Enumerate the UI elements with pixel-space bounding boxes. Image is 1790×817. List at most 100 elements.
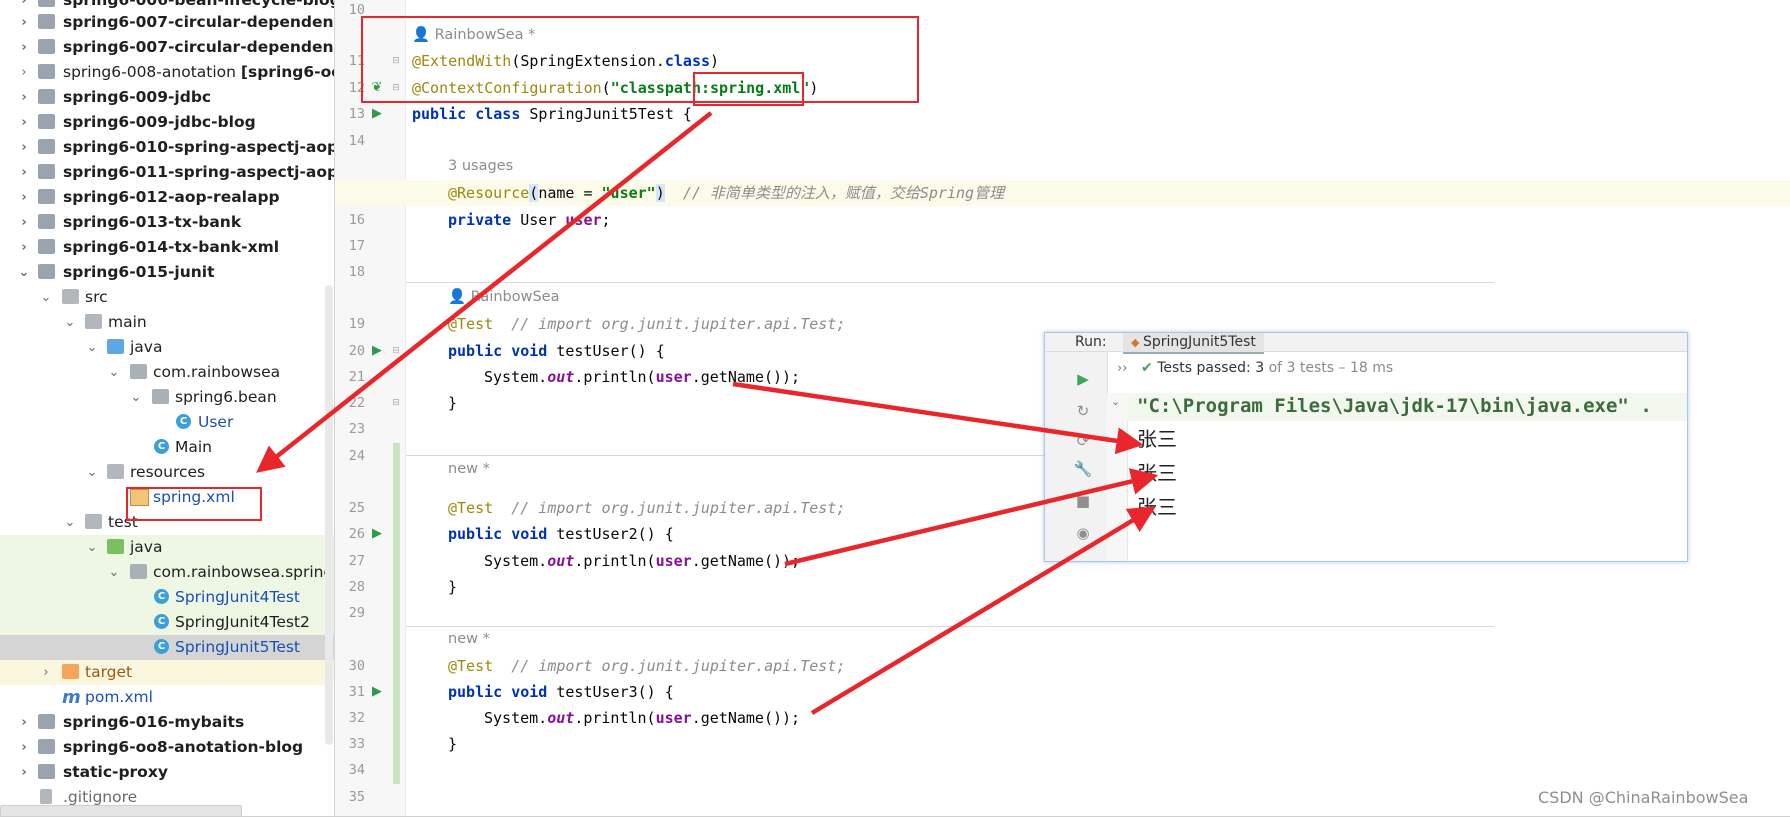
tree-scrollbar[interactable] (325, 285, 333, 745)
tree-item-spring6-bean[interactable]: ⌄ spring6.bean (0, 385, 334, 410)
tree-item-static-proxy[interactable]: › static-proxy (0, 760, 334, 785)
console-output[interactable]: 张三 张三 张三 (1127, 395, 1687, 561)
run-label: Run: (1075, 334, 1107, 350)
tree-item-spring6-009-jdbc[interactable]: › spring6-009-jdbc (0, 85, 334, 110)
status-count: 3 (1255, 360, 1265, 376)
line-number: 31 (348, 684, 365, 700)
tree-item-spring6-013[interactable]: › spring6-013-tx-bank (0, 210, 334, 235)
run-tool-window[interactable]: Run: ◆ SpringJunit5Test ▶ ↻ ⟳ 🔧 ■ ◉ ›› ✔… (1044, 332, 1688, 562)
tree-item-spring6-oo8-blog[interactable]: › spring6-oo8-anotation-blog (0, 735, 334, 760)
check-icon: ✔ (1141, 360, 1153, 376)
tree-item-spring6-008[interactable]: › spring6-008-anotation [spring6-oo8- (0, 60, 334, 85)
run-icon[interactable]: ▶ (369, 101, 385, 127)
chevron-right-icon[interactable]: › (16, 160, 32, 185)
chevron-right-icon[interactable]: › (38, 660, 54, 685)
chevron-down-icon[interactable]: ⌄ (84, 335, 100, 360)
tree-item-spring6-015[interactable]: ⌄ spring6-015-junit (0, 260, 334, 285)
code-line-30: @Test // import org.junit.jupiter.api.Te… (448, 653, 845, 679)
chevron-right-icon[interactable]: › (16, 110, 32, 135)
chevron-right-icon[interactable]: › (16, 60, 32, 85)
folder-icon (38, 14, 55, 29)
run-icon[interactable]: ▶ (369, 338, 385, 364)
chevron-right-icon[interactable]: › (16, 210, 32, 235)
code-text: .getName()); (691, 552, 801, 570)
toggle-icon[interactable]: ⟳ (1073, 432, 1093, 450)
run-icon[interactable]: ▶ (369, 521, 385, 547)
chevron-right-icon[interactable]: › (16, 35, 32, 60)
chevron-down-icon[interactable]: ⌄ (62, 510, 78, 535)
chevron-down-icon[interactable]: ⌄ (1111, 395, 1120, 408)
chevron-down-icon[interactable]: ⌄ (38, 285, 54, 310)
chevron-down-icon[interactable]: ⌄ (106, 560, 122, 585)
chevron-right-icon[interactable]: › (16, 235, 32, 260)
rerun-failed-icon[interactable]: ↻ (1073, 402, 1093, 420)
chevron-down-icon[interactable]: ⌄ (16, 260, 32, 285)
tree-item-spring6-007[interactable]: › spring6-007-circular-dependency (0, 10, 334, 35)
tree-item-suffix: [spring6-oo8- (240, 63, 334, 81)
line-number: 14 (348, 133, 365, 149)
camera-icon[interactable]: ◉ (1073, 524, 1093, 542)
run-tab[interactable]: ◆ SpringJunit5Test (1123, 333, 1264, 354)
chevron-down-icon[interactable]: ⌄ (62, 310, 78, 335)
run-icon[interactable]: ▶ (369, 679, 385, 705)
field: user (655, 709, 692, 727)
maven-icon: m (62, 687, 81, 708)
chevron-right-icon[interactable]: › (16, 85, 32, 110)
tree-item-test-package[interactable]: ⌄ com.rainbowsea.spring6. (0, 560, 334, 585)
chevron-down-icon[interactable]: ⌄ (84, 460, 100, 485)
tree-item-springjunit4test2[interactable]: C SpringJunit4Test2 (0, 610, 334, 635)
folder-icon (38, 0, 55, 7)
chevron-down-icon[interactable]: ⌄ (128, 385, 144, 410)
tree-item-main[interactable]: ⌄ main (0, 310, 334, 335)
chevron-right-icon[interactable]: › (16, 735, 32, 760)
vcs-change-marker (393, 443, 400, 784)
chevron-down-icon[interactable]: ⌄ (106, 360, 122, 385)
tree-item-test-java[interactable]: ⌄ java (0, 535, 334, 560)
code-text: ; (601, 211, 611, 229)
chevron-right-icon[interactable]: › (16, 760, 32, 785)
code-line-28: } (448, 578, 458, 596)
tree-item-spring6-012[interactable]: › spring6-012-aop-realapp (0, 185, 334, 210)
line-number: 24 (348, 448, 365, 464)
watermark: CSDN @ChinaRainbowSea (1538, 788, 1749, 807)
tree-item-com-rainbowsea[interactable]: ⌄ com.rainbowsea (0, 360, 334, 385)
tree-item-resources[interactable]: ⌄ resources (0, 460, 334, 485)
chevron-right-icon[interactable]: › (16, 710, 32, 735)
annotation-box-spring-xml-string (693, 72, 804, 106)
tree-item-target[interactable]: › target (0, 660, 334, 685)
fold-icon[interactable]: ⊟ (391, 338, 401, 364)
tree-item-main-class[interactable]: C Main (0, 435, 334, 460)
stop-icon[interactable]: ■ (1073, 492, 1093, 510)
tree-item-spring6-014[interactable]: › spring6-014-tx-bank-xml (0, 235, 334, 260)
folder-icon (62, 664, 79, 679)
folder-icon (38, 139, 55, 154)
comment: // import org.junit.jupiter.api.Test; (511, 499, 846, 517)
class-icon: C (154, 639, 169, 654)
fold-icon[interactable]: ⊟ (391, 390, 401, 416)
usages-hint[interactable]: 3 usages (448, 155, 513, 177)
folder-icon (62, 289, 79, 304)
tree-item-label: spring6-008-anotation (63, 63, 236, 81)
tree-item-pom-xml[interactable]: m pom.xml (0, 685, 334, 710)
chevron-down-icon[interactable]: ⌄ (84, 535, 100, 560)
folder-icon (107, 339, 124, 354)
code-text: System. (484, 368, 548, 386)
static-field: out (547, 368, 575, 386)
tree-item-src[interactable]: ⌄ src (0, 285, 334, 310)
chevron-right-icon[interactable]: › (16, 185, 32, 210)
annotation: @Test (448, 315, 494, 333)
tree-item-java[interactable]: ⌄ java (0, 335, 334, 360)
tree-item-spring6-007-b[interactable]: › spring6-007-circular-dependency-b (0, 35, 334, 60)
tree-item-spring6-009-blog[interactable]: › spring6-009-jdbc-blog (0, 110, 334, 135)
tree-item-spring6-011[interactable]: › spring6-011-spring-aspectj-aop-xm (0, 160, 334, 185)
tree-item-springjunit5test[interactable]: C SpringJunit5Test (0, 635, 334, 660)
run-icon[interactable]: ▶ (1073, 370, 1093, 388)
chevron-right-icon[interactable]: › (16, 135, 32, 160)
expand-icon[interactable]: ›› (1117, 361, 1127, 376)
chevron-right-icon[interactable]: › (16, 10, 32, 35)
tree-item-spring6-010[interactable]: › spring6-010-spring-aspectj-aop-anr (0, 135, 334, 160)
wrench-icon[interactable]: 🔧 (1073, 460, 1093, 478)
tree-item-user[interactable]: C User (0, 410, 334, 435)
tree-item-spring6-016[interactable]: › spring6-016-mybaits (0, 710, 334, 735)
tree-item-springjunit4test[interactable]: C SpringJunit4Test (0, 585, 334, 610)
